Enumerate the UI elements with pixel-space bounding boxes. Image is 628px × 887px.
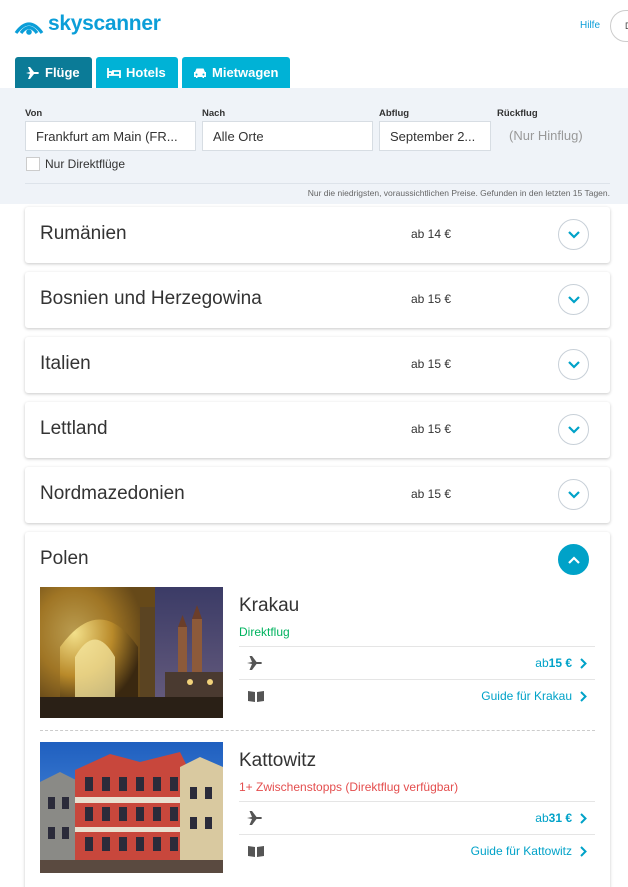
- tab-flights[interactable]: Flüge: [15, 57, 92, 88]
- flight-price-link[interactable]: ab 15 €: [535, 656, 587, 670]
- guide-link[interactable]: Guide für Krakau: [481, 689, 587, 703]
- country-card-bosnien[interactable]: Bosnien und Herzegowina ab 15 €: [25, 272, 610, 328]
- city-stops: Direktflug: [239, 625, 290, 639]
- city-item-kattowitz: Kattowitz 1+ Zwischenstopps (Direktflug …: [40, 742, 595, 887]
- country-card-polen: Polen Krakau Direktflug ab 15 € Guide fü…: [25, 532, 610, 887]
- chevron-down-icon: [567, 360, 580, 369]
- country-name: Rumänien: [40, 223, 127, 244]
- chevron-right-icon: [580, 657, 587, 669]
- chevron-up-icon: [567, 555, 580, 564]
- plane-icon: [26, 66, 39, 79]
- country-price: ab 14 €: [411, 227, 452, 241]
- city-name: Kattowitz: [239, 750, 317, 771]
- country-card-lettland[interactable]: Lettland ab 15 €: [25, 402, 610, 458]
- guide-link[interactable]: Guide für Kattowitz: [471, 844, 587, 858]
- chevron-right-icon: [580, 845, 587, 857]
- expand-button[interactable]: [558, 479, 589, 510]
- from-field[interactable]: Frankfurt am Main (FR...: [25, 121, 196, 151]
- from-label: Von: [25, 108, 43, 119]
- kattowitz-photo: [40, 742, 223, 873]
- collapse-button[interactable]: [558, 544, 589, 575]
- skyscanner-logo[interactable]: skyscanner: [14, 12, 161, 36]
- search-divider: [25, 183, 610, 184]
- tab-car-rental-label: Mietwagen: [212, 65, 279, 80]
- country-card-italien[interactable]: Italien ab 15 €: [25, 337, 610, 393]
- bed-icon: [107, 67, 121, 78]
- price-disclaimer: Nur die niedrigsten, voraussichtlichen P…: [307, 188, 610, 198]
- chevron-right-icon: [580, 690, 587, 702]
- direct-only-label: Nur Direktflüge: [45, 157, 126, 171]
- guide-label: Guide für Krakau: [481, 689, 572, 703]
- guide-row[interactable]: Guide für Kattowitz: [239, 834, 595, 867]
- return-label: Rückflug: [497, 108, 538, 119]
- flight-row[interactable]: ab 15 €: [239, 646, 595, 679]
- city-stops: 1+ Zwischenstopps (Direktflug verfügbar): [239, 780, 459, 794]
- car-icon: [194, 68, 206, 78]
- country-price: ab 15 €: [411, 422, 452, 436]
- to-label: Nach: [202, 108, 226, 119]
- header: skyscanner Hilfe D: [0, 0, 628, 52]
- country-name: Italien: [40, 353, 91, 374]
- tab-car-rental[interactable]: Mietwagen: [182, 57, 290, 88]
- flight-price: 31 €: [548, 811, 572, 825]
- tab-hotels-label: Hotels: [126, 65, 166, 80]
- country-name: Polen: [40, 548, 89, 569]
- guide-label: Guide für Kattowitz: [470, 844, 572, 858]
- book-icon: [248, 846, 264, 857]
- city-photo-krakau[interactable]: [40, 587, 223, 718]
- language-button[interactable]: D: [610, 10, 628, 42]
- book-icon: [248, 691, 264, 702]
- plane-icon: [247, 811, 262, 825]
- country-name: Nordmazedonien: [40, 483, 185, 504]
- chevron-right-icon: [580, 812, 587, 824]
- country-name: Lettland: [40, 418, 108, 439]
- depart-label: Abflug: [379, 108, 410, 119]
- logo-cloud-icon: [14, 22, 44, 35]
- expand-button[interactable]: [558, 219, 589, 250]
- country-card-rumaenien[interactable]: Rumänien ab 14 €: [25, 207, 610, 263]
- depart-field[interactable]: September 2...: [379, 121, 491, 151]
- chevron-down-icon: [567, 490, 580, 499]
- expand-button[interactable]: [558, 349, 589, 380]
- krakau-photo: [40, 587, 223, 718]
- city-photo-kattowitz[interactable]: [40, 742, 223, 873]
- plane-icon: [247, 656, 262, 670]
- tab-flights-label: Flüge: [45, 65, 80, 80]
- country-price: ab 15 €: [411, 292, 452, 306]
- chevron-down-icon: [567, 295, 580, 304]
- flight-price-link[interactable]: ab 31 €: [535, 811, 587, 825]
- expand-button[interactable]: [558, 284, 589, 315]
- to-field[interactable]: Alle Orte: [202, 121, 373, 151]
- city-item-krakau: Krakau Direktflug ab 15 € Guide für Krak…: [40, 587, 595, 732]
- country-card-nordmazedonien[interactable]: Nordmazedonien ab 15 €: [25, 467, 610, 523]
- chevron-down-icon: [567, 425, 580, 434]
- country-price: ab 15 €: [411, 487, 452, 501]
- search-panel: Von Frankfurt am Main (FR... Nach Alle O…: [0, 88, 628, 204]
- country-name: Bosnien und Herzegowina: [40, 288, 262, 309]
- flight-price-prefix: ab: [535, 656, 549, 670]
- flight-price-prefix: ab: [535, 811, 549, 825]
- country-price: ab 15 €: [411, 357, 452, 371]
- logo-text: skyscanner: [48, 12, 161, 35]
- city-name: Krakau: [239, 595, 300, 616]
- help-link[interactable]: Hilfe: [580, 20, 600, 31]
- flight-row[interactable]: ab 31 €: [239, 801, 595, 834]
- product-tabs: Flüge Hotels Mietwagen: [15, 57, 290, 88]
- flight-price: 15 €: [548, 656, 572, 670]
- direct-only-option[interactable]: Nur Direktflüge: [26, 157, 125, 171]
- direct-only-checkbox[interactable]: [26, 157, 40, 171]
- return-field[interactable]: (Nur Hinflug): [499, 121, 609, 151]
- tab-hotels[interactable]: Hotels: [96, 57, 178, 88]
- guide-row[interactable]: Guide für Krakau: [239, 679, 595, 712]
- chevron-down-icon: [567, 230, 580, 239]
- expand-button[interactable]: [558, 414, 589, 445]
- city-divider: [40, 730, 595, 731]
